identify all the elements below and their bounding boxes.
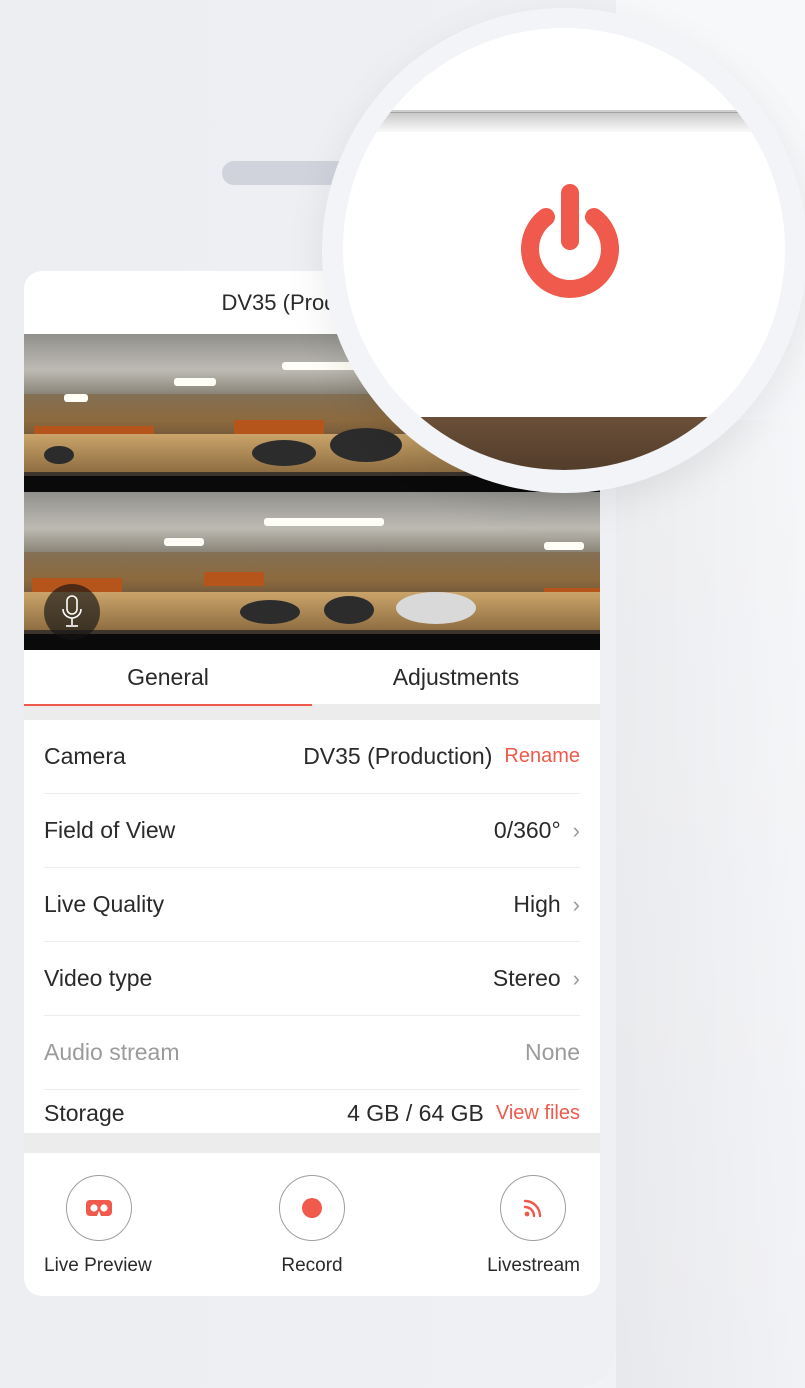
livestream-button[interactable]: Livestream: [460, 1175, 580, 1277]
setting-row-storage: Storage 4 GB / 64 GB View files: [44, 1090, 580, 1130]
setting-value: 0/360°: [493, 817, 561, 843]
record-label: Record: [281, 1255, 343, 1276]
setting-row-video-type[interactable]: Video type Stereo ›: [44, 942, 580, 1016]
list-bottom-divider: [24, 1133, 600, 1153]
record-dot-icon: [302, 1198, 322, 1218]
pano-desk: [24, 592, 600, 630]
pano-shelf: [234, 420, 324, 434]
setting-value-group: High ›: [513, 891, 580, 918]
setting-label: Live Quality: [44, 891, 165, 917]
setting-row-live-quality[interactable]: Live Quality High ›: [44, 868, 580, 942]
livestream-circle: [500, 1175, 566, 1241]
pano-object: [324, 596, 374, 624]
view-files-link[interactable]: View files: [496, 1102, 580, 1125]
setting-value-group: 4 GB / 64 GB View files: [347, 1100, 580, 1127]
pano-light: [164, 538, 204, 546]
phone-shadow: [616, 420, 805, 1388]
preview-panorama-bottom[interactable]: [24, 492, 600, 650]
pano-light: [264, 518, 384, 526]
settings-tabs: General Adjustments: [24, 650, 600, 720]
rename-link[interactable]: Rename: [504, 745, 580, 768]
setting-value: 4 GB / 64 GB: [347, 1100, 484, 1126]
setting-label: Audio stream: [44, 1039, 180, 1065]
pano-light: [174, 378, 216, 386]
pano-object: [396, 592, 476, 624]
pano-object: [252, 440, 316, 466]
tab-adjustments-label: Adjustments: [392, 663, 520, 690]
setting-value-group: Stereo ›: [493, 965, 580, 992]
setting-row-field-of-view[interactable]: Field of View 0/360° ›: [44, 794, 580, 868]
magnifier-lens: [343, 28, 785, 470]
live-preview-button[interactable]: Live Preview: [44, 1175, 164, 1277]
setting-row-camera: Camera DV35 (Production) Rename: [44, 720, 580, 794]
pano-light: [544, 542, 584, 550]
setting-value: Stereo: [492, 965, 561, 991]
microphone-button[interactable]: [44, 584, 100, 640]
setting-label: Video type: [44, 965, 153, 991]
microphone-icon: [62, 595, 82, 627]
action-bar: Live Preview Record Livestream: [24, 1153, 600, 1277]
setting-value-group: None: [525, 1039, 580, 1066]
pano-bottom-bar: [24, 634, 600, 650]
pano-light: [64, 394, 88, 402]
magnified-preview-edge: [343, 417, 785, 470]
magnified-shadow: [343, 112, 785, 132]
setting-value: None: [525, 1039, 580, 1065]
vr-headset-icon: [86, 1200, 112, 1216]
chevron-right-icon: ›: [572, 817, 580, 843]
chevron-right-icon: ›: [572, 965, 580, 991]
chevron-right-icon: ›: [572, 891, 580, 917]
stage: DV35 (Production) General Adjustments Ca…: [0, 0, 805, 1388]
livestream-label: Livestream: [487, 1255, 580, 1276]
setting-label: Camera: [44, 743, 126, 769]
setting-value: High: [513, 891, 561, 917]
pano-object: [240, 600, 300, 624]
setting-value: DV35 (Production): [303, 743, 493, 769]
tab-adjustments[interactable]: Adjustments: [312, 650, 600, 704]
power-icon[interactable]: [518, 181, 622, 299]
live-preview-circle: [66, 1175, 132, 1241]
broadcast-icon: [523, 1199, 542, 1218]
setting-value-group: DV35 (Production) Rename: [303, 743, 580, 770]
pano-object: [44, 446, 74, 464]
record-button[interactable]: Record: [252, 1175, 372, 1277]
live-preview-label: Live Preview: [44, 1255, 152, 1276]
setting-row-audio-stream: Audio stream None: [44, 1016, 580, 1090]
pano-shelf: [204, 572, 264, 586]
settings-list: Camera DV35 (Production) Rename Field of…: [24, 720, 600, 1153]
setting-value-group: 0/360° ›: [494, 817, 580, 844]
record-circle: [279, 1175, 345, 1241]
tab-general-label: General: [127, 663, 209, 690]
tab-general[interactable]: General: [24, 650, 312, 706]
setting-label: Field of View: [44, 817, 176, 843]
setting-label: Storage: [44, 1100, 125, 1126]
